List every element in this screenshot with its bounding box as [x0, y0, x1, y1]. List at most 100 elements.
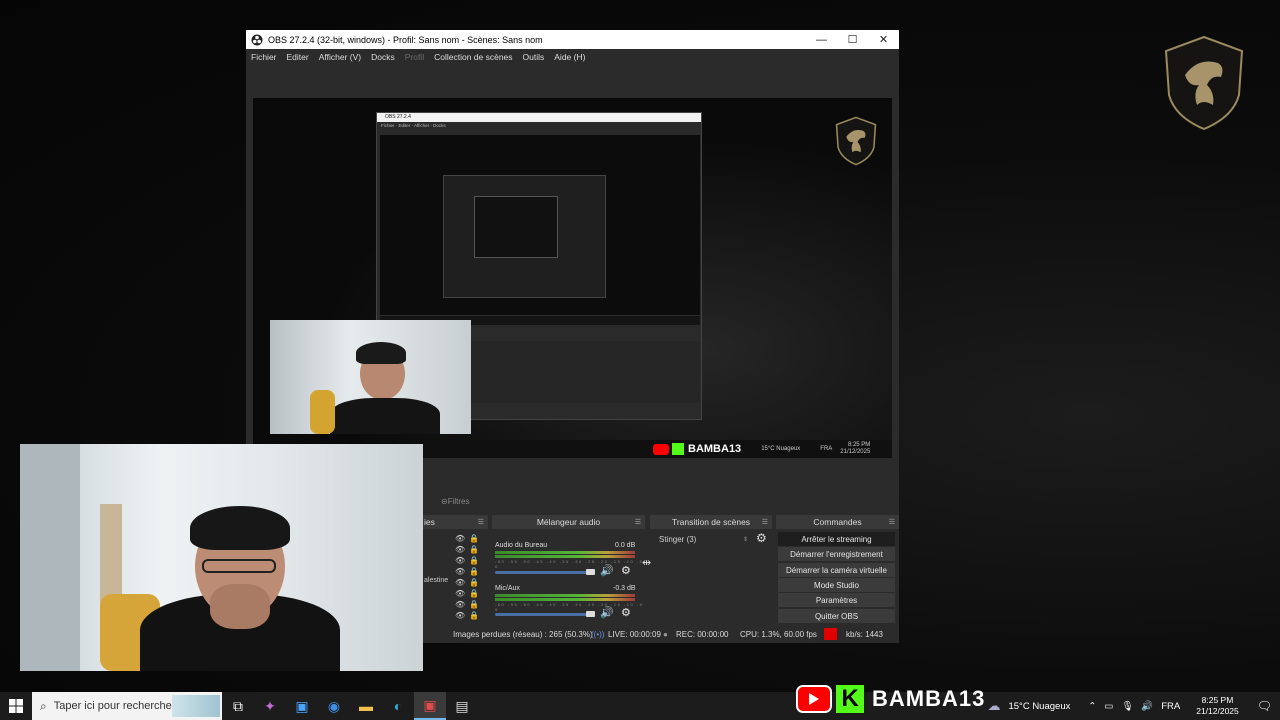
edge-icon[interactable]: ◐ [382, 692, 414, 720]
stop-streaming-button[interactable]: Arrêter le streaming [778, 532, 895, 546]
tray-weather[interactable]: 15°C Nuageux [1008, 701, 1070, 712]
preview-time: 8:25 PM [847, 442, 871, 448]
filters-tab[interactable]: ⊖Filtres [441, 497, 469, 506]
mixer-track-name: Mic/Aux [495, 585, 520, 592]
msi-dragon-logo [1164, 35, 1244, 131]
file-explorer-icon[interactable]: ▬ [350, 692, 382, 720]
volume-slider-knob[interactable] [586, 611, 595, 617]
dock-menu-icon[interactable]: ☰ [478, 518, 484, 526]
network-icon[interactable]: ▭ [1104, 701, 1113, 712]
source-name[interactable]: alestine [424, 577, 448, 584]
menu-editer[interactable]: Editer [287, 52, 309, 62]
lock-icon[interactable]: 🔒 [469, 600, 479, 609]
lock-icon[interactable]: 🔒 [469, 589, 479, 598]
transition-settings-gear-icon[interactable]: ⚙ [756, 531, 767, 545]
eye-icon[interactable]: 👁 [455, 534, 465, 543]
volume-slider-knob[interactable] [586, 569, 595, 575]
eye-icon[interactable]: 👁 [455, 567, 465, 576]
obs-preview[interactable]: OBS 27.2.4 Fichier · Editer · Afficher ·… [253, 98, 892, 458]
speaker-icon[interactable]: 🔊 [600, 606, 614, 619]
commands-dock-header: Commandes ☰ [776, 515, 899, 529]
dock-menu-icon[interactable]: ☰ [762, 518, 768, 526]
nested-menubar: Fichier · Editer · Afficher · Docks [377, 122, 701, 130]
audio-meter [495, 598, 635, 601]
menu-collection-scenes[interactable]: Collection de scènes [434, 52, 512, 62]
notification-icon[interactable]: 🗨 [1257, 699, 1272, 713]
maximize-button[interactable]: ☐ [837, 30, 868, 49]
gear-icon[interactable]: ⚙ [621, 564, 631, 577]
menu-outils[interactable]: Outils [523, 52, 545, 62]
preview-taskbar: BAMBA13 15°C Nuageux FRA 8:25 PM 21/12/2… [423, 440, 892, 458]
bitrate-status: kb/s: 1443 [846, 630, 883, 639]
desktop: OBS 27.2.4 (32-bit, windows) - Profil: S… [0, 0, 1280, 692]
volume-slider[interactable] [495, 613, 593, 616]
tray-time: 8:25 PM [1201, 695, 1234, 705]
task-view-icon[interactable]: ⧉ [222, 692, 254, 720]
rec-timer: REC: 00:00:00 [676, 630, 729, 639]
start-virtual-camera-button[interactable]: Démarrer la caméra virtuelle [778, 563, 895, 577]
mixer-track-name: Audio du Bureau [495, 542, 548, 549]
live-timer: LIVE: 00:00:09 [608, 630, 661, 639]
transition-select[interactable]: Stinger (3) ⇕ [655, 533, 751, 546]
menu-afficher[interactable]: Afficher (V) [319, 52, 361, 62]
menu-aide[interactable]: Aide (H) [554, 52, 585, 62]
menu-profil[interactable]: Profil [405, 52, 424, 62]
eye-icon[interactable]: 👁 [455, 611, 465, 620]
store-icon[interactable]: ▣ [286, 692, 318, 720]
search-placeholder: Taper ici pour rechercher [53, 700, 176, 712]
menu-docks[interactable]: Docks [371, 52, 395, 62]
gear-icon[interactable]: ⚙ [621, 606, 631, 619]
eye-icon[interactable]: 👁 [455, 589, 465, 598]
eye-icon[interactable]: 👁 [455, 578, 465, 587]
eye-icon[interactable]: 👁 [455, 556, 465, 565]
dock-menu-icon[interactable]: ☰ [889, 518, 895, 526]
lock-icon[interactable]: 🔒 [469, 534, 479, 543]
copilot-icon[interactable]: ✦ [254, 692, 286, 720]
nested-titlebar: OBS 27.2.4 [377, 113, 701, 122]
eye-icon[interactable]: 👁 [455, 545, 465, 554]
stream-brand-overlay: K BAMBA13 [796, 685, 985, 713]
mixer-track-db: 0.0 dB [615, 542, 636, 549]
webcam-door [100, 504, 122, 604]
speaker-icon[interactable]: 🔊 [600, 564, 614, 577]
volume-slider[interactable] [495, 571, 593, 574]
studio-mode-button[interactable]: Mode Studio [778, 578, 895, 592]
start-button[interactable] [0, 692, 32, 720]
webcam-jacket [330, 398, 440, 434]
tray-clock[interactable]: 8:25 PM 21/12/2025 [1192, 695, 1243, 717]
settings-button[interactable]: Paramètres [778, 593, 895, 607]
bitrate-indicator [824, 628, 837, 640]
app-taskbar-icon[interactable]: ▤ [446, 692, 478, 720]
filters-icon: ⊖ [441, 497, 448, 506]
close-button[interactable]: ✕ [868, 30, 899, 49]
tray-date: 21/12/2025 [1196, 706, 1239, 716]
lock-icon[interactable]: 🔒 [469, 545, 479, 554]
nested-deeper-capture [443, 175, 606, 298]
chevron-up-icon[interactable]: ⌃ [1088, 701, 1096, 712]
dock-menu-icon[interactable]: ☰ [635, 518, 641, 526]
volume-icon[interactable]: 🔊 [1141, 701, 1153, 712]
webcam-large [20, 444, 423, 671]
preview-date: 21/12/2025 [840, 449, 871, 455]
outlook-icon[interactable]: ◉ [318, 692, 350, 720]
menu-fichier[interactable]: Fichier [251, 52, 277, 62]
start-recording-button[interactable]: Démarrer l'enregistrement [778, 547, 895, 561]
quit-obs-button[interactable]: Quitter OBS [778, 609, 895, 623]
microphone-icon[interactable]: 🎙 [1121, 701, 1133, 712]
obs-window-title: OBS 27.2.4 (32-bit, windows) - Profil: S… [268, 34, 543, 45]
minimize-button[interactable]: — [806, 30, 837, 49]
lock-icon[interactable]: 🔒 [469, 567, 479, 576]
eye-icon[interactable]: 👁 [455, 600, 465, 609]
obs-icon [251, 34, 263, 45]
preview-kick-icon [672, 443, 684, 455]
lock-icon[interactable]: 🔒 [469, 578, 479, 587]
kick-icon: K [836, 685, 864, 713]
nested-deepest-capture [474, 196, 558, 258]
mixer-dock: Audio du Bureau 0.0 dB -60 -55 -50 -45 -… [492, 529, 645, 623]
lock-icon[interactable]: 🔒 [469, 611, 479, 620]
taskbar-search[interactable]: ⌕ Taper ici pour rechercher [32, 692, 222, 720]
chevron-updown-icon: ⇕ [742, 537, 748, 543]
obs-taskbar-icon[interactable]: ▣ [414, 692, 446, 720]
lock-icon[interactable]: 🔒 [469, 556, 479, 565]
tray-lang[interactable]: FRA [1161, 701, 1180, 712]
